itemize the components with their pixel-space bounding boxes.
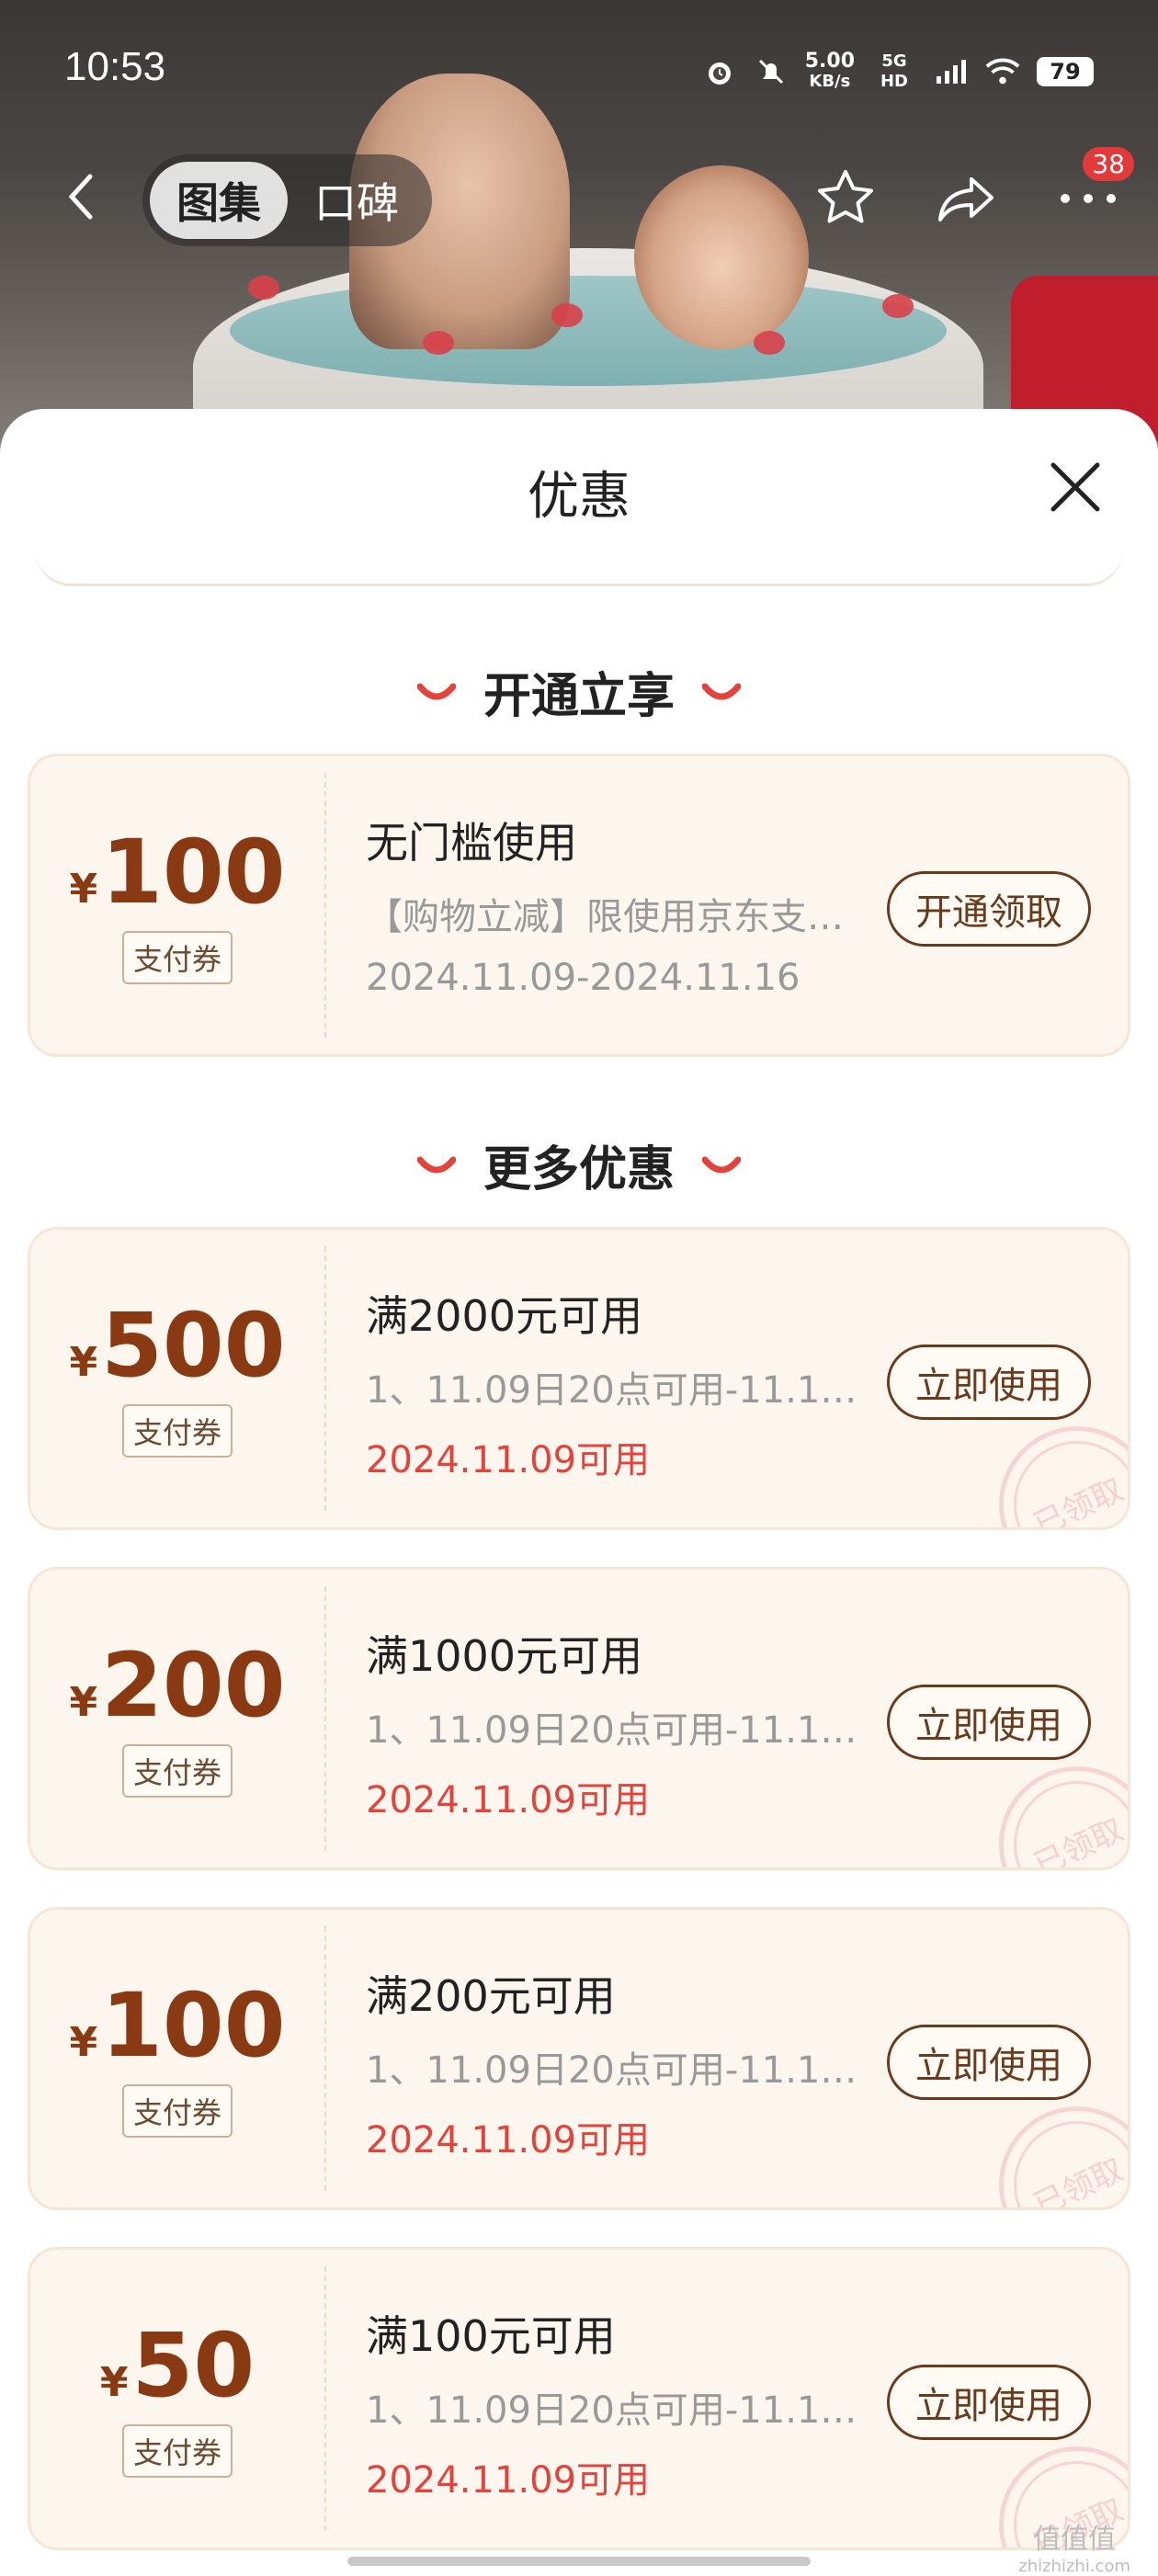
use-now-button[interactable]: 立即使用 <box>887 2025 1091 2100</box>
star-icon <box>818 170 873 223</box>
net-speed: 5.00 KB/s <box>804 50 855 92</box>
coupon-type-tag: 支付券 <box>121 1744 233 1798</box>
previous-item-edge <box>35 547 1123 586</box>
currency-symbol: ¥ <box>69 2019 98 2066</box>
coupon-card[interactable]: ¥100 支付券 满200元可用 1、11.09日20点可用-11.11… 20… <box>28 1907 1130 2210</box>
coupon-amount: 50 <box>131 2314 255 2417</box>
section-open-header: 开通立享 <box>0 657 1158 726</box>
coupon-date: 2024.11.09可用 <box>366 2459 651 2502</box>
network-type: 5G HD <box>880 51 908 91</box>
section-more-header: 更多优惠 <box>0 1130 1158 1199</box>
coupon-desc: 1、11.09日20点可用-11.11… <box>366 1709 862 1752</box>
close-icon <box>1050 462 1100 512</box>
coupon-card[interactable]: ¥50 支付券 满100元可用 1、11.09日20点可用-11.11… 202… <box>28 2247 1130 2550</box>
coupon-desc: 1、11.09日20点可用-11.11… <box>366 2389 862 2432</box>
petal <box>248 276 279 300</box>
coupon-type-tag: 支付券 <box>121 1404 233 1458</box>
coupon-title: 满100元可用 <box>366 2311 616 2361</box>
coupon-date: 2024.11.09可用 <box>366 1439 651 1481</box>
coupon-divider <box>324 773 326 1038</box>
bath-water-shape <box>230 276 947 386</box>
top-nav: 图集 口碑 38 <box>0 147 1158 248</box>
coupon-desc: 1、11.09日20点可用-11.11… <box>366 2049 862 2092</box>
petal <box>423 331 454 355</box>
currency-symbol: ¥ <box>99 2359 129 2406</box>
gallery-review-switch: 图集 口碑 <box>142 154 432 246</box>
chevron-left-icon <box>68 174 93 220</box>
tab-reviews[interactable]: 口碑 <box>288 162 426 239</box>
petal <box>882 294 914 318</box>
smile-icon <box>416 1156 456 1173</box>
section-open-title: 开通立享 <box>482 669 675 724</box>
coupon-date: 2024.11.09-2024.11.16 <box>366 957 800 999</box>
coupon-title: 无门槛使用 <box>366 818 577 868</box>
more-button[interactable]: 38 <box>1055 147 1134 232</box>
coupon-type-tag: 支付券 <box>121 2424 233 2478</box>
status-bar: 10:53 5.00 KB/s 5G HD 79 <box>0 0 1158 138</box>
home-indicator[interactable] <box>347 2557 811 2566</box>
coupon-amount: 100 <box>101 1974 286 2077</box>
watermark: 值值值 zhizhizhi.com <box>1018 2524 1130 2576</box>
coupon-divider <box>324 2266 326 2531</box>
coupon-card[interactable]: ¥500 支付券 满2000元可用 1、11.09日20点可用-11.11… 2… <box>28 1227 1130 1530</box>
coupon-type-tag: 支付券 <box>121 2084 233 2138</box>
coupon-title: 满200元可用 <box>366 1971 616 2021</box>
favorite-button[interactable] <box>812 165 879 232</box>
coupon-divider <box>324 1926 326 2191</box>
currency-symbol: ¥ <box>69 1679 98 1726</box>
share-button[interactable] <box>934 165 1000 232</box>
share-icon <box>938 177 993 221</box>
coupon-title: 满1000元可用 <box>366 1631 643 1681</box>
coupon-divider <box>324 1586 326 1851</box>
coupon-date: 2024.11.09可用 <box>366 2119 651 2162</box>
more-dots-icon <box>1061 194 1116 203</box>
currency-symbol: ¥ <box>69 1339 98 1386</box>
close-button[interactable] <box>1039 450 1112 524</box>
coupon-desc: 【购物立减】限使用京东支付… <box>366 896 862 938</box>
mute-bell-icon <box>754 54 789 89</box>
coupon-card[interactable]: ¥100 支付券 无门槛使用 【购物立减】限使用京东支付… 2024.11.09… <box>28 754 1130 1057</box>
currency-symbol: ¥ <box>69 866 98 913</box>
section-more-title: 更多优惠 <box>482 1142 675 1197</box>
smile-icon <box>702 683 741 699</box>
use-now-button[interactable]: 立即使用 <box>887 1685 1091 1760</box>
smile-icon <box>416 683 456 699</box>
coupon-amount: 500 <box>101 1294 286 1397</box>
coupon-amount: 100 <box>101 821 286 924</box>
coupon-desc: 1、11.09日20点可用-11.11… <box>366 1369 862 1412</box>
tab-gallery[interactable]: 图集 <box>150 162 288 239</box>
coupon-date: 2024.11.09可用 <box>366 1779 651 1821</box>
use-now-button[interactable]: 立即使用 <box>887 1345 1091 1420</box>
coupon-type-tag: 支付券 <box>121 931 233 984</box>
coupon-divider <box>324 1246 326 1511</box>
battery-level: 79 <box>1037 57 1094 86</box>
back-button[interactable] <box>55 169 110 224</box>
claimed-stamp: 已领取 <box>973 1401 1128 1527</box>
petal <box>551 303 583 327</box>
wifi-icon <box>985 54 1020 89</box>
coupon-card[interactable]: ¥200 支付券 满1000元可用 1、11.09日20点可用-11.11… 2… <box>28 1567 1130 1870</box>
claimed-stamp: 已领取 <box>973 1741 1128 1867</box>
petal <box>754 331 785 355</box>
status-time: 10:53 <box>64 44 166 89</box>
coupon-amount: 200 <box>101 1634 286 1737</box>
use-now-button[interactable]: 立即使用 <box>887 2365 1091 2440</box>
claimed-stamp: 已领取 <box>973 2081 1128 2207</box>
message-badge: 38 <box>1083 147 1134 181</box>
activate-claim-button[interactable]: 开通领取 <box>887 871 1091 947</box>
alarm-icon <box>702 54 737 89</box>
signal-icon <box>934 54 969 89</box>
offers-sheet: 优惠 开通立享 ¥100 支付券 无门槛使用 【购物立减】限使用京东支付… 20… <box>0 409 1158 2573</box>
coupon-title: 满2000元可用 <box>366 1291 643 1341</box>
sheet-title: 优惠 <box>528 467 630 527</box>
smile-icon <box>702 1156 741 1173</box>
